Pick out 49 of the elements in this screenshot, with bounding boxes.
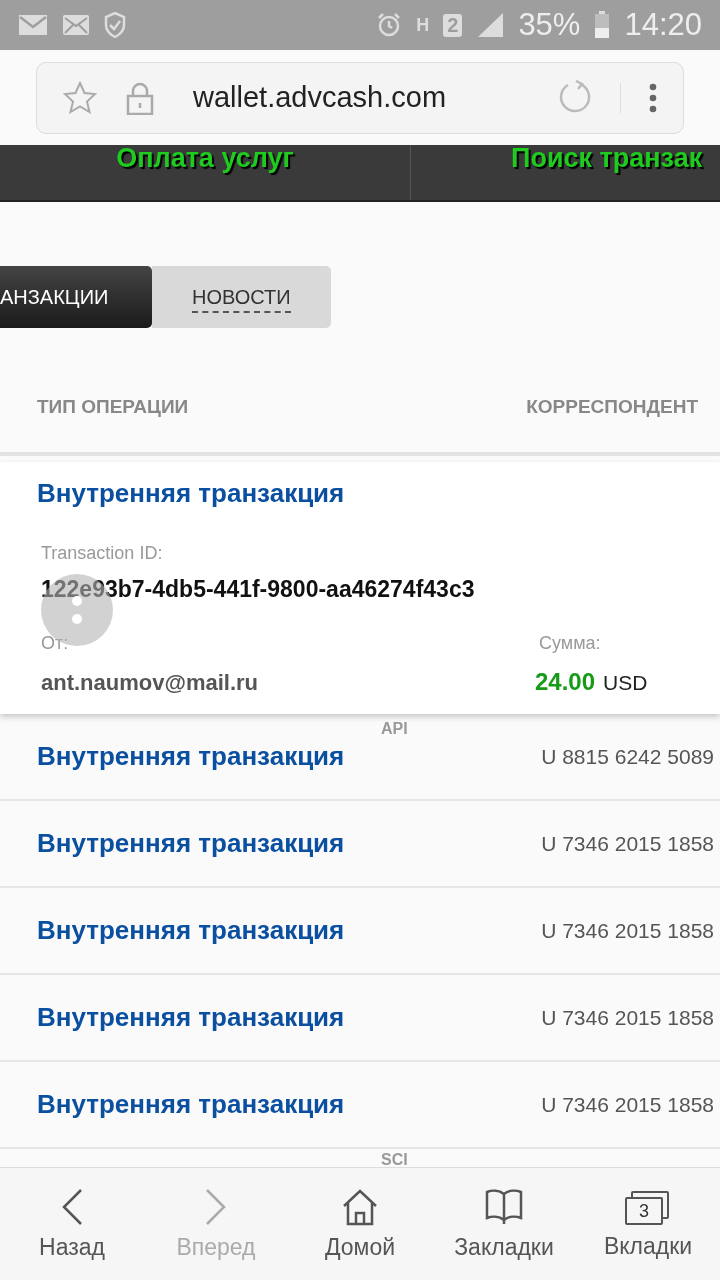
transaction-title[interactable]: Внутренняя транзакция	[37, 1002, 345, 1033]
menu-link[interactable]: Оплата услуг	[116, 145, 294, 200]
correspondent-account: U 7346 2015 1858	[541, 1092, 714, 1117]
mail-icon	[18, 14, 48, 36]
transaction-title[interactable]: Внутренняя транзакция	[37, 478, 720, 509]
menu-link[interactable]: Поиск транзак	[511, 145, 703, 200]
correspondent-account: U 7346 2015 1858	[541, 1005, 714, 1030]
network-type: H	[416, 14, 430, 36]
chevron-right-icon	[204, 1187, 228, 1226]
tab[interactable]: АНЗАКЦИИ	[0, 266, 152, 328]
chevron-left-icon	[60, 1187, 84, 1226]
field-label: Transaction ID:	[41, 543, 164, 564]
book-icon	[484, 1187, 524, 1226]
signal-icon	[476, 12, 505, 38]
url-text: wallet.advcash.com	[193, 81, 448, 114]
currency: USD	[603, 671, 648, 695]
column-header: ТИП ОПЕРАЦИИ	[37, 396, 189, 418]
battery-percent: 35%	[518, 7, 581, 43]
sim-badge: 2	[443, 13, 463, 37]
nav-button[interactable]: Домой	[288, 1168, 432, 1280]
field-label: Сумма:	[539, 633, 602, 654]
transaction-title[interactable]: Внутренняя транзакция	[37, 1089, 345, 1120]
battery-icon	[594, 11, 611, 39]
column-header: КОРРЕСПОНДЕНТ	[526, 396, 698, 418]
sender-email: ant.naumov@mail.ru	[41, 670, 260, 696]
nav-button[interactable]: 3 Вкладки	[576, 1168, 720, 1280]
clock: 14:20	[624, 7, 702, 43]
source-tag: SCI	[381, 1151, 408, 1167]
address-bar[interactable]: wallet.advcash.com	[36, 61, 684, 134]
nav-button[interactable]: Назад	[0, 1168, 144, 1280]
nav-button[interactable]: Закладки	[432, 1168, 576, 1280]
correspondent-account: U 8815 6242 5089	[541, 744, 714, 769]
transaction-id: 122e93b7-4db5-441f-9800-aa46274f43c3	[41, 576, 476, 603]
envelope-icon	[62, 14, 90, 36]
transaction-title[interactable]: Внутренняя транзакция	[37, 915, 345, 946]
amount: 24.00	[535, 668, 596, 696]
source-tag: API	[381, 720, 408, 738]
star-icon[interactable]	[63, 80, 97, 115]
lock-icon	[125, 80, 155, 115]
tab[interactable]: НОВОСТИ	[152, 266, 331, 328]
transaction-title[interactable]: Внутренняя транзакция	[37, 828, 345, 859]
field-label: От:	[41, 633, 70, 654]
transaction-title[interactable]: Внутренняя транзакция	[37, 741, 345, 772]
tab-count: 3	[625, 1188, 671, 1225]
home-icon	[341, 1187, 379, 1226]
more-icon[interactable]	[649, 82, 657, 113]
correspondent-account: U 7346 2015 1858	[541, 831, 714, 856]
correspondent-account: U 7346 2015 1858	[541, 918, 714, 943]
shield-icon	[104, 12, 126, 38]
